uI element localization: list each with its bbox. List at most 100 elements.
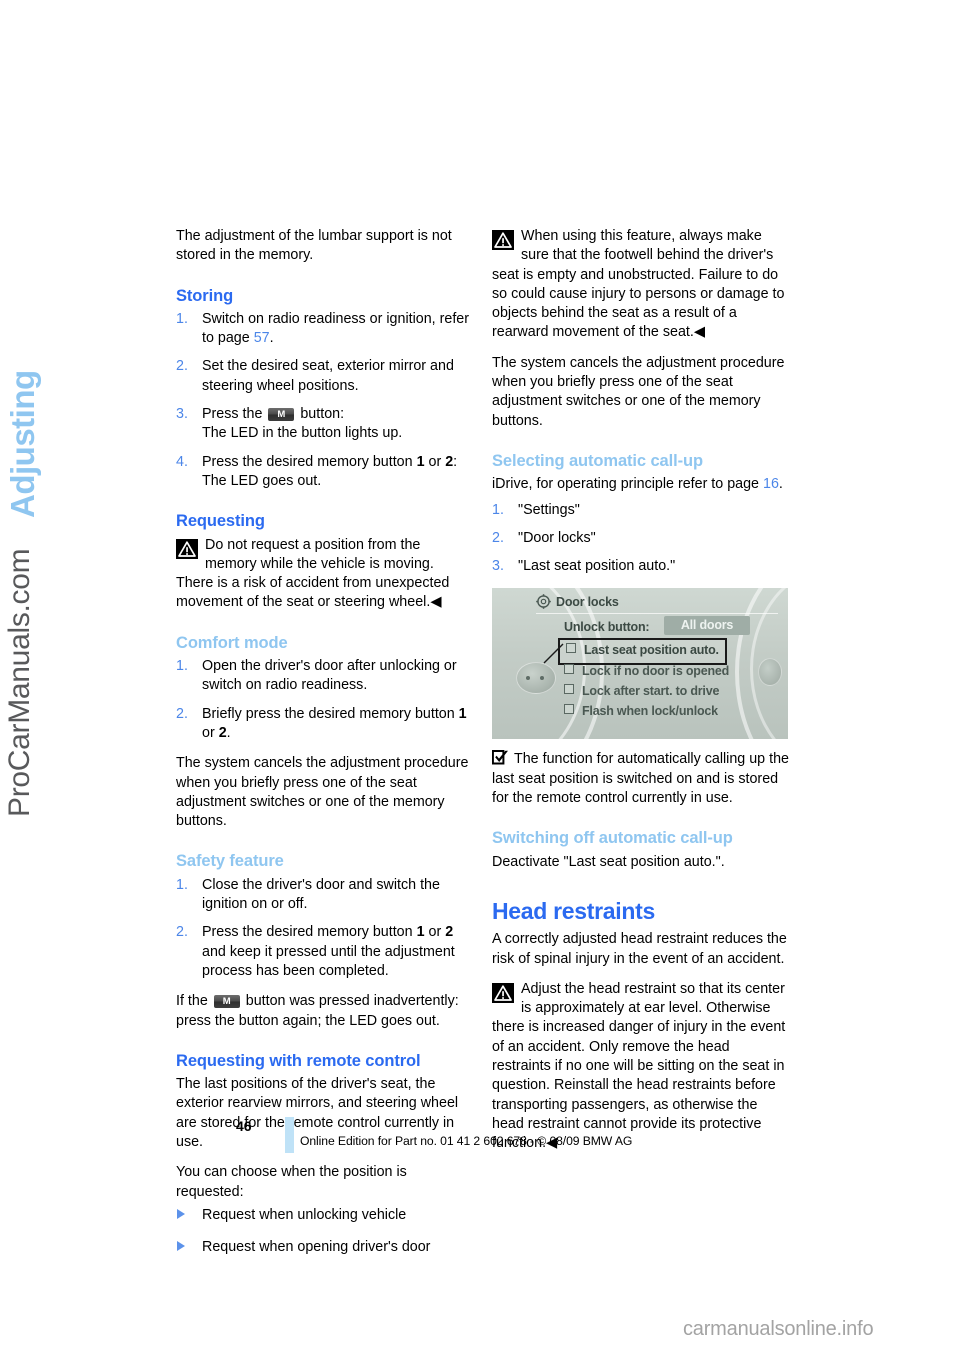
idrive-option-last-seat-position-auto[interactable]: Last seat position auto. <box>558 638 727 665</box>
idrive-unlock-label: Unlock button: <box>564 620 650 635</box>
leader-line <box>536 643 564 667</box>
bottom-watermark: carmanualsonline.info <box>683 1318 874 1340</box>
memory-m-button-icon: M <box>268 408 295 422</box>
heading-switching-off-automatic-call-up: Switching off automatic call-up <box>492 829 733 848</box>
idrive-option-label: Flash when lock/unlock <box>582 704 718 719</box>
step-text-tail: and keep it pressed until the adjustment… <box>202 943 455 979</box>
memory-button-1: 1 <box>458 705 467 722</box>
step-number: 3. <box>176 406 188 423</box>
step-text: Set the desired seat, exterior mirror an… <box>202 358 454 394</box>
checkbox-icon <box>564 664 574 675</box>
warning-triangle-icon <box>492 230 514 250</box>
memory-button-1: 1 <box>416 453 425 470</box>
step-number: 2. <box>176 705 188 722</box>
heading-safety-feature: Safety feature <box>176 852 284 871</box>
page-footer: 46 Online Edition for Part no. 01 41 2 6… <box>0 1117 960 1157</box>
step-subtext: The LED goes out. <box>202 472 322 489</box>
safety-note-head: If the <box>176 993 212 1010</box>
knob-dot <box>526 676 530 681</box>
list-item: Request when opening driver's door <box>176 1238 474 1257</box>
step-number: 2. <box>176 358 188 375</box>
head-restraints-intro: A correctly adjusted head restraint redu… <box>492 931 787 967</box>
memory-m-button-icon: M <box>213 995 240 1009</box>
remote-control-paragraph-2: You can choose when the position is requ… <box>176 1164 407 1200</box>
comfort-mode-steps: 1. Open the driver's door after unlockin… <box>176 657 474 743</box>
idrive-lead-tail: . <box>778 476 783 493</box>
remote-control-bullets: Request when unlocking vehicle Request w… <box>176 1206 474 1258</box>
step-text: Briefly press the desired memory button <box>202 705 459 722</box>
step-number: 2. <box>492 529 504 546</box>
checkbox-icon <box>564 704 574 715</box>
list-item: 2. Briefly press the desired memory butt… <box>176 705 474 744</box>
warning-triangle-icon <box>176 538 198 559</box>
warning-end-mark: ◀ <box>430 594 441 611</box>
idrive-option-label: Lock after start. to drive <box>582 684 720 699</box>
left-column: The adjustment of the lumbar support is … <box>176 227 474 1270</box>
list-item: 1. Switch on radio readiness or ignition… <box>176 310 474 349</box>
list-item: 1. "Settings" <box>492 501 790 520</box>
page-link[interactable]: 57 <box>254 330 270 346</box>
storing-steps: 1. Switch on radio readiness or ignition… <box>176 310 474 491</box>
step-number: 2. <box>176 924 188 941</box>
step-number: 1. <box>176 658 188 675</box>
idrive-option-label: Last seat position auto. <box>584 643 719 658</box>
idrive-header: Door locks <box>536 594 778 615</box>
cancel-note: The system cancels the adjustment proced… <box>492 354 785 429</box>
step-text: Switch on radio readiness or ignition, r… <box>202 310 470 347</box>
step-text: Press the desired memory button <box>202 924 417 941</box>
checkbox-icon <box>564 684 574 695</box>
side-watermark: ProCarManuals.com <box>3 548 36 817</box>
step-number: 1. <box>176 876 188 893</box>
chapter-title: Adjusting <box>4 370 41 518</box>
step-text: Press the <box>202 406 267 423</box>
memory-button-2: 2 <box>445 924 454 941</box>
list-item: 2. Press the desired memory button 1 or … <box>176 923 474 981</box>
footwell-warning-text: When using this feature, always make sur… <box>492 228 785 341</box>
step-number: 4. <box>176 453 188 470</box>
page-number: 46 <box>236 1118 252 1134</box>
warning-triangle-icon <box>492 982 514 1003</box>
list-item: Request when unlocking vehicle <box>176 1206 474 1225</box>
step-text-tail: : <box>453 453 458 470</box>
safety-feature-steps: 1. Close the driver's door and switch th… <box>176 876 474 981</box>
idrive-option-lock-after-start-to-drive[interactable]: Lock after start. to drive <box>564 682 719 701</box>
bullet-text: Request when opening driver's door <box>202 1239 431 1256</box>
idrive-unlock-value[interactable]: All doors <box>664 616 750 636</box>
idrive-title: Door locks <box>556 595 619 610</box>
step-subtext: The LED in the button lights up. <box>202 425 403 442</box>
warning-end-mark: ◀ <box>693 324 705 341</box>
heading-storing: Storing <box>176 286 234 305</box>
idrive-option-lock-if-no-door-opened[interactable]: Lock if no door is opened <box>564 662 729 681</box>
step-number: 1. <box>176 310 188 327</box>
memory-button-1: 1 <box>416 924 425 941</box>
list-item: 2. "Door locks" <box>492 529 790 548</box>
step-text: Press the desired memory button <box>202 453 417 470</box>
checkmark-box-icon <box>491 750 509 765</box>
memory-button-2: 2 <box>218 724 227 741</box>
step-text: "Last seat position auto." <box>518 558 676 575</box>
heading-requesting: Requesting <box>176 512 265 531</box>
idrive-option-flash-when-lock-unlock[interactable]: Flash when lock/unlock <box>564 702 718 721</box>
idrive-lead: iDrive, for operating principle refer to… <box>492 475 790 494</box>
list-item: 1. Close the driver's door and switch th… <box>176 876 474 915</box>
memory-button-2: 2 <box>445 453 454 470</box>
page-link[interactable]: 16 <box>763 476 779 492</box>
footer-legal-text: Online Edition for Part no. 01 41 2 602 … <box>300 1134 633 1148</box>
step-number: 1. <box>492 501 504 518</box>
lumbar-intro-paragraph: The adjustment of the lumbar support is … <box>176 228 452 264</box>
step-text-tail: . <box>226 724 231 741</box>
comfort-mode-note: The system cancels the adjustment proced… <box>176 755 469 830</box>
step-number: 3. <box>492 558 504 575</box>
idrive-option-label: Lock if no door is opened <box>582 664 730 679</box>
gear-icon <box>536 594 551 610</box>
idrive-lead-head: iDrive, for operating principle refer to… <box>492 476 763 493</box>
heading-selecting-automatic-call-up: Selecting automatic call-up <box>492 451 703 470</box>
list-item: 3. "Last seat position auto." <box>492 557 790 576</box>
bullet-text: Request when unlocking vehicle <box>202 1206 407 1223</box>
step-text: Close the driver's door and switch the i… <box>202 876 440 913</box>
checkbox-icon <box>566 643 576 654</box>
triangle-bullet-icon <box>177 1241 185 1252</box>
step-text-mid: or <box>424 453 446 470</box>
right-column: When using this feature, always make sur… <box>491 227 790 1165</box>
step-text: "Settings" <box>518 501 580 518</box>
